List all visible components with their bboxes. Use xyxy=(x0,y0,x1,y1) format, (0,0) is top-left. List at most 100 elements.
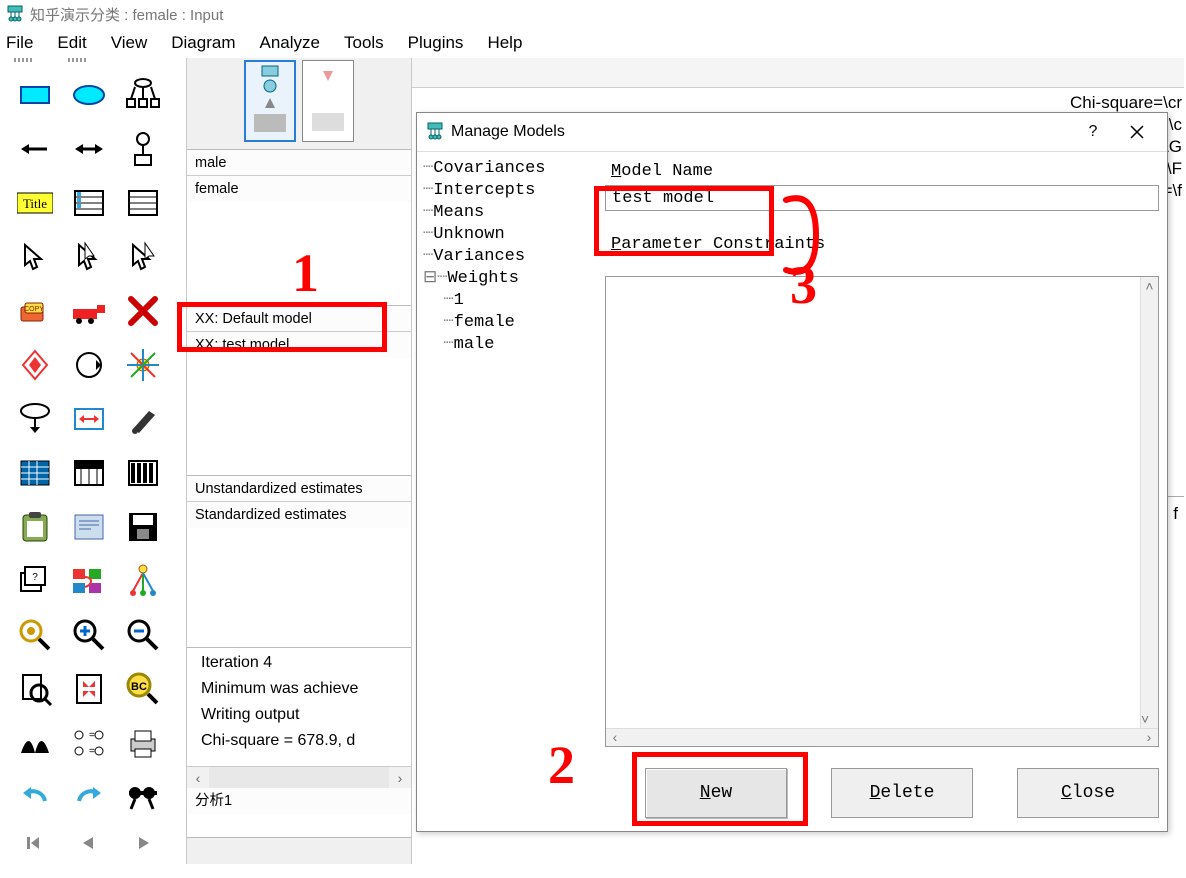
zoom-select-icon[interactable] xyxy=(8,608,62,662)
new-button[interactable]: New xyxy=(645,768,787,818)
nav-prev-icon[interactable] xyxy=(62,824,116,878)
scroll-tool-icon[interactable] xyxy=(62,392,116,446)
zoom-page-icon[interactable] xyxy=(8,662,62,716)
log-line: Iteration 4 xyxy=(201,650,411,676)
left-toolbar: Title COPY xyxy=(0,58,184,878)
erase-tool-icon[interactable] xyxy=(116,284,170,338)
object-props-icon[interactable]: ? xyxy=(8,554,62,608)
tree-node-weight-male[interactable]: ┈male xyxy=(423,334,593,356)
analysis-item[interactable]: 分析1 xyxy=(187,788,411,814)
select-all-icon[interactable] xyxy=(62,230,116,284)
menu-file[interactable]: File xyxy=(6,33,33,53)
scroll-down-icon[interactable]: ˅ xyxy=(1141,710,1149,728)
clipboard-icon[interactable] xyxy=(8,500,62,554)
parameter-tree[interactable]: ┈Covariances ┈Intercepts ┈Means ┈Unknown… xyxy=(423,158,593,356)
model-item-default[interactable]: XX: Default model xyxy=(187,306,411,332)
scroll-right-icon[interactable]: › xyxy=(1140,729,1158,745)
constraints-label: Parameter Constraints xyxy=(605,231,1159,258)
draw-observed-rect-icon[interactable] xyxy=(8,68,62,122)
group-item-female[interactable]: female xyxy=(187,176,411,202)
variable-list-icon[interactable] xyxy=(62,176,116,230)
textarea-hscroll[interactable]: ‹ › xyxy=(606,728,1158,746)
svg-text:=: = xyxy=(89,730,95,741)
redo-icon[interactable] xyxy=(62,770,116,824)
menubar: File Edit View Diagram Analyze Tools Plu… xyxy=(0,28,1186,58)
move-tool-icon[interactable] xyxy=(62,284,116,338)
preview-thumb-output[interactable] xyxy=(302,60,354,142)
path-arrow-icon[interactable] xyxy=(8,122,62,176)
menu-plugins[interactable]: Plugins xyxy=(408,33,464,53)
nav-first-icon[interactable] xyxy=(8,824,62,878)
save-icon[interactable] xyxy=(116,500,170,554)
menu-help[interactable]: Help xyxy=(487,33,522,53)
dialog-titlebar[interactable]: Manage Models ? xyxy=(417,113,1167,151)
log-hscroll[interactable]: ‹ › xyxy=(187,766,411,788)
draw-latent-ellipse-icon[interactable] xyxy=(62,68,116,122)
middle-panels: male female XX: Default model XX: test m… xyxy=(186,58,412,864)
spec-search-icon[interactable] xyxy=(116,770,170,824)
close-button[interactable]: Close xyxy=(1017,768,1159,818)
model-preview-strip xyxy=(187,58,411,150)
deselect-all-icon[interactable] xyxy=(116,230,170,284)
hscroll-left-icon[interactable]: ‹ xyxy=(187,767,209,788)
delete-button[interactable]: Delete xyxy=(831,768,973,818)
scroll-up-icon[interactable]: ˄ xyxy=(1141,277,1158,295)
data-file-icon[interactable] xyxy=(8,446,62,500)
rotate-shape-icon[interactable] xyxy=(62,338,116,392)
constraints-textarea[interactable]: ˄ ˅ ‹ › xyxy=(605,276,1159,747)
tree-node-weight-1[interactable]: ┈1 xyxy=(423,290,593,312)
select-one-icon[interactable] xyxy=(8,230,62,284)
log-line: Writing output xyxy=(201,702,411,728)
analyses-panel: 分析1 xyxy=(187,788,411,838)
fit-page-icon[interactable] xyxy=(62,662,116,716)
drag-props-icon[interactable] xyxy=(62,554,116,608)
loupe-bc-icon[interactable]: BC xyxy=(116,662,170,716)
svg-text:=: = xyxy=(89,746,95,757)
models-panel: XX: Default model XX: test model xyxy=(187,306,411,476)
menu-analyze[interactable]: Analyze xyxy=(260,33,320,53)
touch-up-icon[interactable] xyxy=(116,392,170,446)
dialog-help-button[interactable]: ? xyxy=(1071,117,1115,147)
tree-node-weight-female[interactable]: ┈female xyxy=(423,312,593,334)
calculate-icon[interactable] xyxy=(116,446,170,500)
multigroup-icon[interactable]: == xyxy=(62,716,116,770)
group-item-male[interactable]: male xyxy=(187,150,411,176)
menu-diagram[interactable]: Diagram xyxy=(171,33,235,53)
resize-shape-icon[interactable] xyxy=(8,338,62,392)
dialog-close-button[interactable] xyxy=(1115,117,1159,147)
nav-next-icon[interactable] xyxy=(116,824,170,878)
menu-view[interactable]: View xyxy=(111,33,148,53)
svg-text:COPY: COPY xyxy=(24,306,44,313)
model-item-test[interactable]: XX: test model xyxy=(187,332,411,358)
move-param-icon[interactable] xyxy=(8,392,62,446)
reflect-shape-icon[interactable] xyxy=(116,338,170,392)
dataset-vars-icon[interactable] xyxy=(116,176,170,230)
covar-arrow-icon[interactable] xyxy=(62,122,116,176)
estimates-unstd[interactable]: Unstandardized estimates xyxy=(187,476,411,502)
window-title: 知乎演示分类 : female : Input xyxy=(30,4,223,25)
hscroll-right-icon[interactable]: › xyxy=(389,767,411,788)
copy-tool-icon[interactable]: COPY xyxy=(8,284,62,338)
model-name-input[interactable] xyxy=(605,185,1159,211)
tree-node-weights[interactable]: ⊟┈Weights xyxy=(423,268,593,290)
fit-stat-extra: f xyxy=(1173,504,1178,524)
estimates-std[interactable]: Standardized estimates xyxy=(187,502,411,528)
menu-edit[interactable]: Edit xyxy=(57,33,86,53)
scroll-left-icon[interactable]: ‹ xyxy=(606,729,624,745)
preserve-symm-icon[interactable] xyxy=(116,554,170,608)
zoom-in-icon[interactable] xyxy=(62,608,116,662)
title-tool-icon[interactable]: Title xyxy=(8,176,62,230)
error-term-icon[interactable] xyxy=(116,122,170,176)
analysis-props-icon[interactable] xyxy=(62,446,116,500)
app-icon xyxy=(6,5,24,23)
preview-thumb-input[interactable] xyxy=(244,60,296,142)
distribution-icon[interactable] xyxy=(8,716,62,770)
text-output-icon[interactable] xyxy=(62,500,116,554)
indicator-icon[interactable] xyxy=(116,68,170,122)
undo-icon[interactable] xyxy=(8,770,62,824)
menu-tools[interactable]: Tools xyxy=(344,33,384,53)
print-icon[interactable] xyxy=(116,716,170,770)
status-log: Iteration 4 Minimum was achieve Writing … xyxy=(187,648,411,766)
zoom-out-icon[interactable] xyxy=(116,608,170,662)
textarea-vscroll[interactable]: ˄ ˅ xyxy=(1140,277,1158,728)
